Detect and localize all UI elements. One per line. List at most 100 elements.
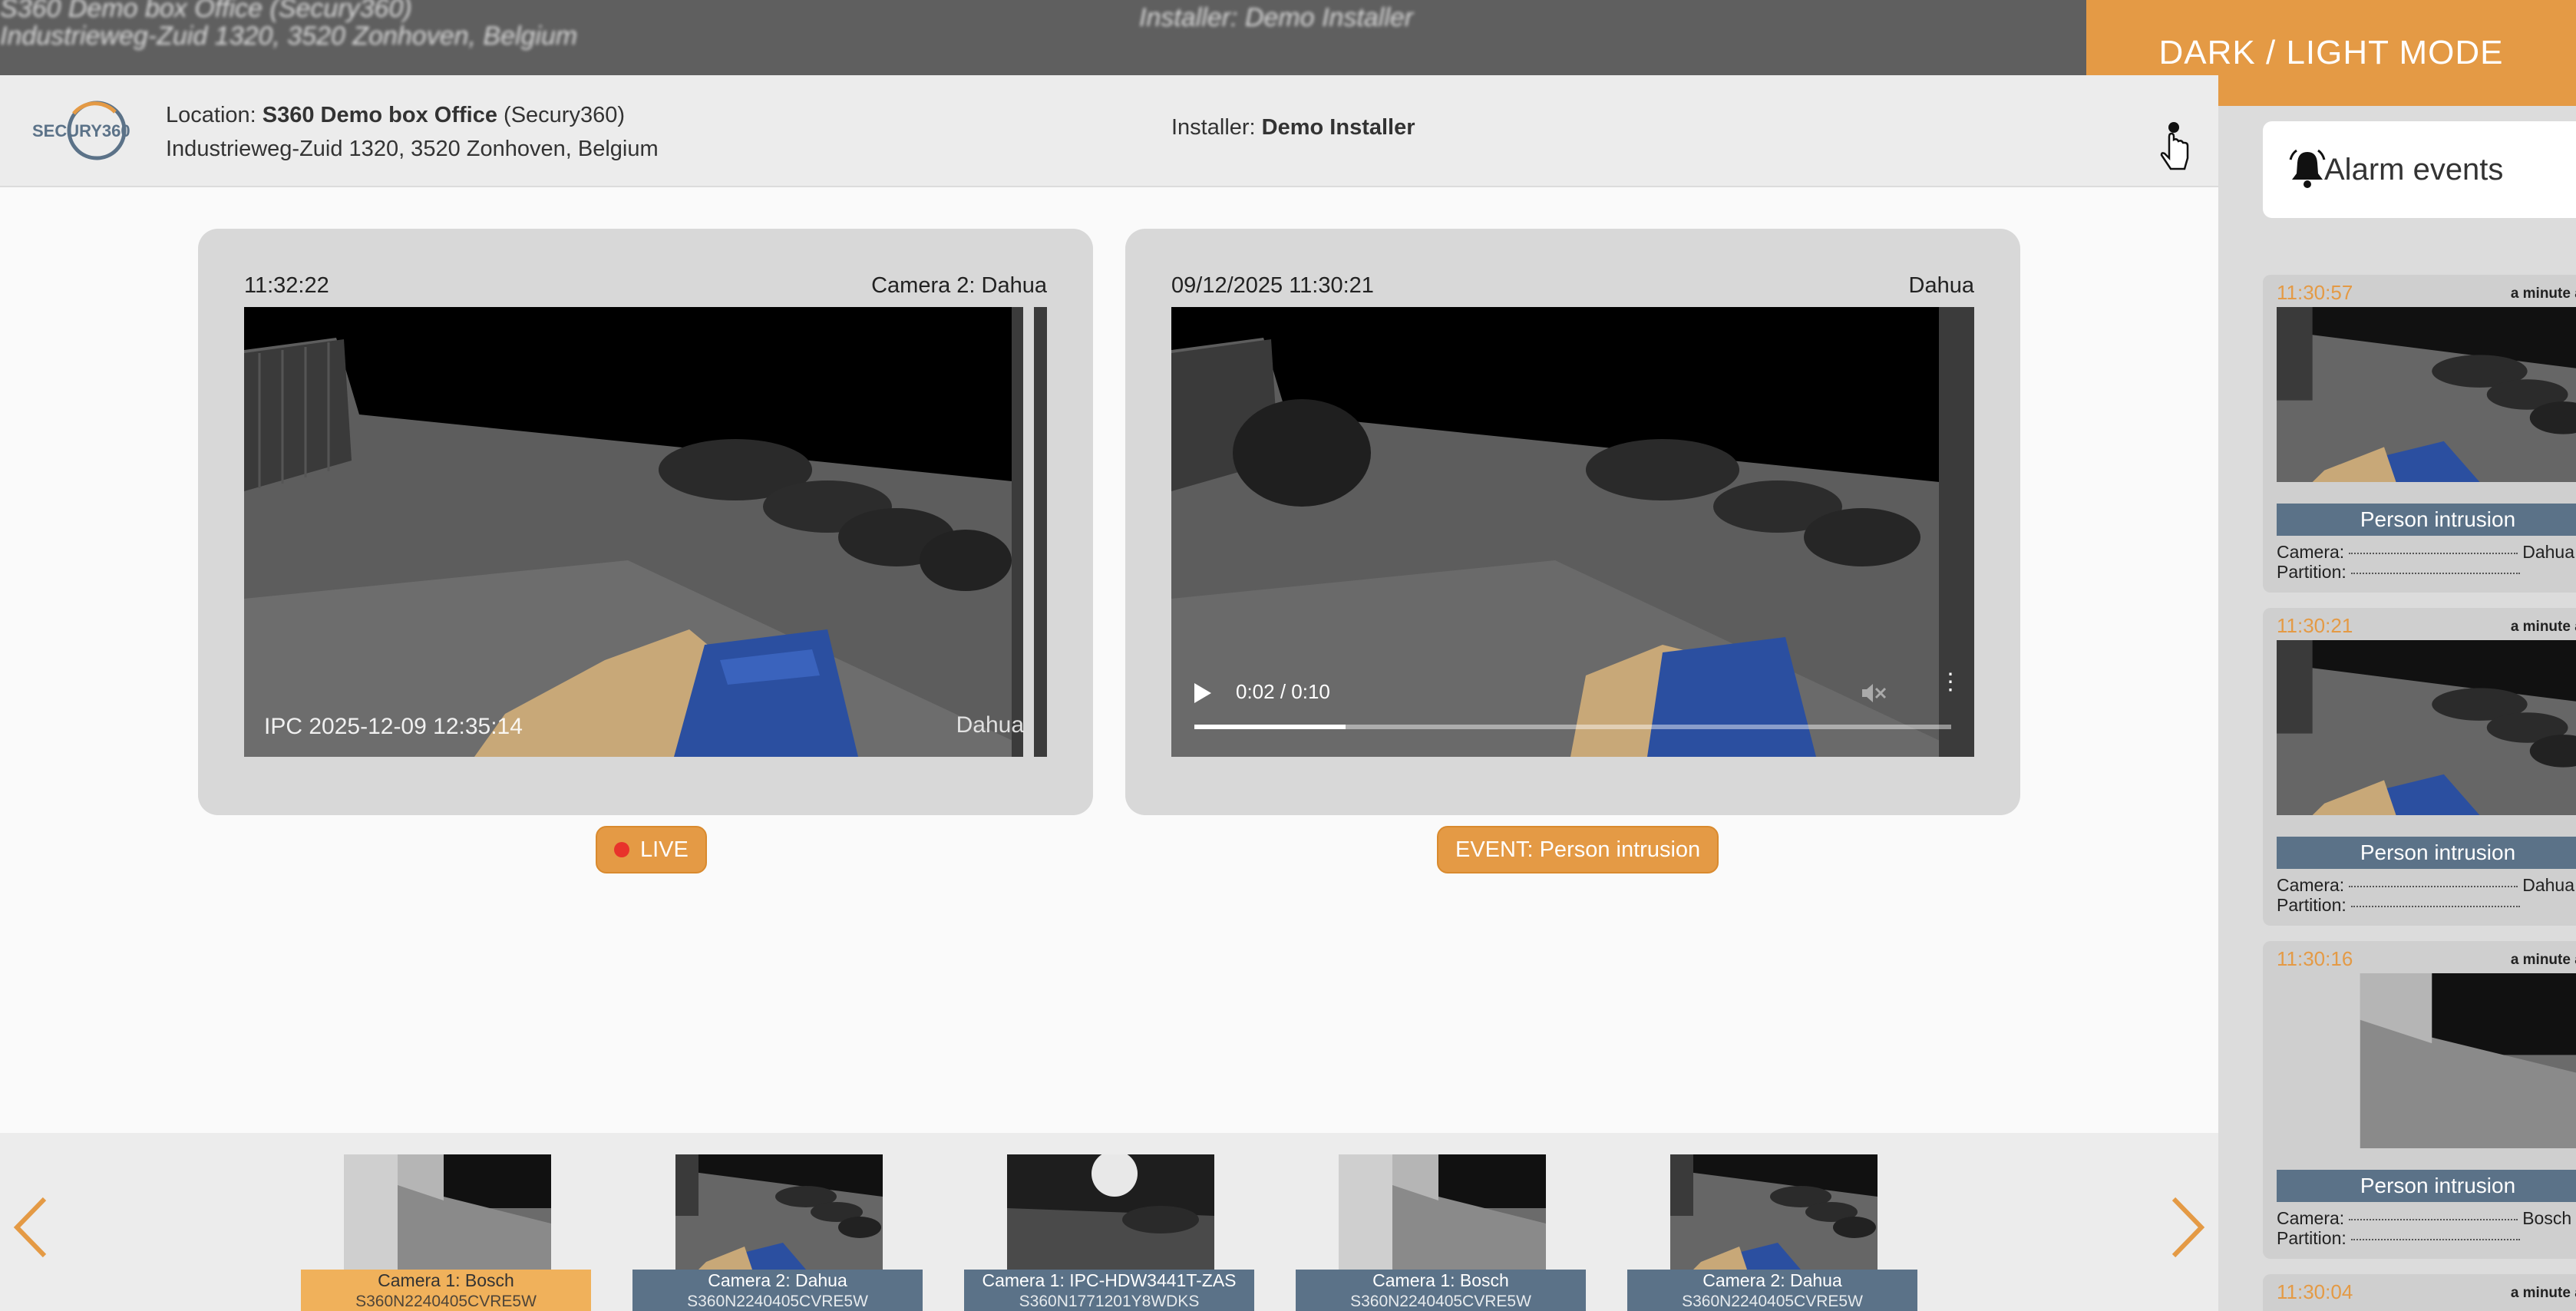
live-osd-camera: Dahua xyxy=(956,712,1024,738)
event-video-player[interactable]: 0:02 / 0:10 ⋮ xyxy=(1171,307,1974,757)
event-type: Person intrusion xyxy=(2277,1170,2576,1202)
chevron-right-icon[interactable] xyxy=(2163,1193,2209,1262)
live-video[interactable]: IPC 2025-12-09 12:35:14 Dahua xyxy=(244,307,1047,757)
corridor-scene xyxy=(1339,1154,1546,1270)
installer-label: Installer: xyxy=(1171,115,1256,140)
video-controls: 0:02 / 0:10 ⋮ xyxy=(1171,665,1974,757)
thumbnail-camera: Camera 1: Bosch xyxy=(1372,1270,1509,1290)
event-time: 11:30:04 xyxy=(2277,1280,2353,1303)
alarm-events-title: Alarm events xyxy=(2324,152,2504,187)
corridor-scene xyxy=(2277,973,2576,1148)
chevron-left-icon[interactable] xyxy=(9,1193,55,1262)
camera-value: Bosch xyxy=(2522,1208,2572,1228)
thumbnail-camera: Camera 1: IPC-HDW3441T-ZAS xyxy=(982,1270,1237,1290)
camera-value: Dahua xyxy=(2522,875,2574,895)
installer-name: Demo Installer xyxy=(1261,115,1415,140)
thumbnail-camera: Camera 2: Dahua xyxy=(708,1270,847,1290)
camera-label: Camera: xyxy=(2277,875,2345,895)
secury360-logo: SECURY360 xyxy=(31,98,132,164)
parking-lot-scene xyxy=(1670,1154,1878,1270)
live-dot-icon xyxy=(614,842,629,857)
parking-lot-scene xyxy=(2277,307,2576,482)
corridor-scene xyxy=(344,1154,551,1270)
event-ago: a minute ago xyxy=(2510,286,2576,302)
installer-info: Installer: Demo Installer xyxy=(1171,115,1415,140)
thumbnail-label: Camera 2: Dahua S360N2240405CVRE5W xyxy=(1627,1270,1917,1311)
live-camera-name: Camera 2: Dahua xyxy=(871,273,1047,298)
thumbnail-label: Camera 1: Bosch S360N2240405CVRE5W xyxy=(1296,1270,1586,1311)
event-badge: EVENT: Person intrusion xyxy=(1437,826,1719,873)
thumbnail-label: Camera 2: Dahua S360N2240405CVRE5W xyxy=(632,1270,923,1311)
thumbnail-serial: S360N1771201Y8WDKS xyxy=(1019,1293,1200,1310)
event-badge-label: EVENT: xyxy=(1455,837,1534,862)
main-viewer: 11:32:22 Camera 2: Dahua IPC 2025-12-09 … xyxy=(0,187,2218,1133)
event-time: 11:30:21 xyxy=(2277,614,2353,637)
event-snapshot xyxy=(2277,307,2576,482)
blurred-installer: Installer: Demo Installer xyxy=(1139,3,1414,32)
play-icon[interactable] xyxy=(1194,683,1211,703)
event-snapshot xyxy=(2277,973,2576,1148)
thumbnail-image xyxy=(1670,1154,1878,1270)
thumbnail-serial: S360N2240405CVRE5W xyxy=(355,1293,537,1310)
blurred-address: Industrieweg-Zuid 1320, 3520 Zonhoven, B… xyxy=(0,21,578,51)
camera-thumbnail-strip: Camera 1: Bosch S360N2240405CVRE5W Camer… xyxy=(0,1133,2218,1311)
playback-progress-fill xyxy=(1194,725,1346,729)
partition-label: Partition: xyxy=(2277,562,2346,582)
live-camera-panel: 11:32:22 Camera 2: Dahua IPC 2025-12-09 … xyxy=(198,229,1093,815)
alarm-events-sidebar: Alarm events 11:30:57 a minute ago Perso… xyxy=(2218,106,2576,1311)
event-type: Person intrusion xyxy=(2277,504,2576,536)
thumbnail-image xyxy=(675,1154,883,1270)
thumbnail-image xyxy=(1339,1154,1546,1270)
volume-muted-icon[interactable] xyxy=(1861,682,1887,705)
thumbnail-camera: Camera 1: Bosch xyxy=(378,1270,514,1290)
hand-cursor-icon xyxy=(2155,120,2194,177)
event-time: 11:30:57 xyxy=(2277,281,2353,304)
partition-label: Partition: xyxy=(2277,895,2346,915)
event-badge-value: Person intrusion xyxy=(1539,837,1701,862)
app-root: S360 Demo box Office (Secury360) Industr… xyxy=(0,0,2576,1311)
event-timestamp: 09/12/2025 11:30:21 xyxy=(1171,273,1374,298)
camera-value: Dahua xyxy=(2522,542,2574,562)
camera-thumbnail[interactable]: Camera 2: Dahua S360N2240405CVRE5W xyxy=(1627,1154,1917,1311)
thumbnail-serial: S360N2240405CVRE5W xyxy=(1350,1293,1531,1310)
event-type: Person intrusion xyxy=(2277,837,2576,869)
night-scene xyxy=(1007,1154,1214,1270)
parking-lot-scene xyxy=(675,1154,883,1270)
event-recording-panel: 09/12/2025 11:30:21 Dahua 0:02 / 0:10 ⋮ xyxy=(1125,229,2020,815)
event-camera-row: Camera: Dahua xyxy=(2277,542,2576,563)
event-camera-name: Dahua xyxy=(1908,273,1974,298)
event-partition-row: Partition: xyxy=(2277,895,2576,916)
camera-thumbnail[interactable]: Camera 1: IPC-HDW3441T-ZAS S360N1771201Y… xyxy=(964,1154,1254,1311)
camera-label: Camera: xyxy=(2277,1208,2345,1228)
event-partition-row: Partition: xyxy=(2277,1228,2576,1249)
camera-thumbnail[interactable]: Camera 1: Bosch S360N2240405CVRE5W xyxy=(301,1154,591,1311)
alarm-event-card[interactable]: 11:30:21 a minute ago Person intrusion C… xyxy=(2263,608,2576,926)
thumbnail-label: Camera 1: Bosch S360N2240405CVRE5W xyxy=(301,1270,591,1311)
live-osd-timestamp: IPC 2025-12-09 12:35:14 xyxy=(264,714,523,739)
location-address: Industrieweg-Zuid 1320, 3520 Zonhoven, B… xyxy=(166,137,659,161)
location-org: (Secury360) xyxy=(504,103,626,127)
alarm-events-header: Alarm events xyxy=(2263,121,2576,218)
camera-thumbnail[interactable]: Camera 2: Dahua S360N2240405CVRE5W xyxy=(632,1154,923,1311)
location-label: Location: xyxy=(166,103,256,127)
more-options-icon[interactable]: ⋮ xyxy=(1939,671,1962,694)
parking-lot-scene xyxy=(244,307,1047,757)
event-camera-row: Camera: Dahua xyxy=(2277,875,2576,896)
bell-icon xyxy=(2286,147,2329,198)
event-ago: a minute ago xyxy=(2510,1285,2576,1301)
playback-progress-bar[interactable] xyxy=(1194,725,1951,729)
event-ago: a minute ago xyxy=(2510,952,2576,968)
thumbnail-label: Camera 1: IPC-HDW3441T-ZAS S360N1771201Y… xyxy=(964,1270,1254,1311)
partition-label: Partition: xyxy=(2277,1228,2346,1248)
thumbnail-image xyxy=(1007,1154,1214,1270)
alarm-event-card[interactable]: 11:30:16 a minute ago Person intrusion C… xyxy=(2263,941,2576,1259)
location-name: S360 Demo box Office xyxy=(262,103,497,127)
alarm-event-card[interactable]: 11:30:04 a minute ago xyxy=(2263,1274,2576,1311)
camera-thumbnail[interactable]: Camera 1: Bosch S360N2240405CVRE5W xyxy=(1296,1154,1586,1311)
live-badge-label: LIVE xyxy=(640,837,689,862)
live-badge: LIVE xyxy=(596,826,707,873)
alarm-event-card[interactable]: 11:30:57 a minute ago Person intrusion C… xyxy=(2263,275,2576,593)
thumbnail-serial: S360N2240405CVRE5W xyxy=(1682,1293,1863,1310)
playback-time: 0:02 / 0:10 xyxy=(1236,680,1330,703)
location-header: SECURY360 Location: S360 Demo box Office… xyxy=(0,75,2218,187)
